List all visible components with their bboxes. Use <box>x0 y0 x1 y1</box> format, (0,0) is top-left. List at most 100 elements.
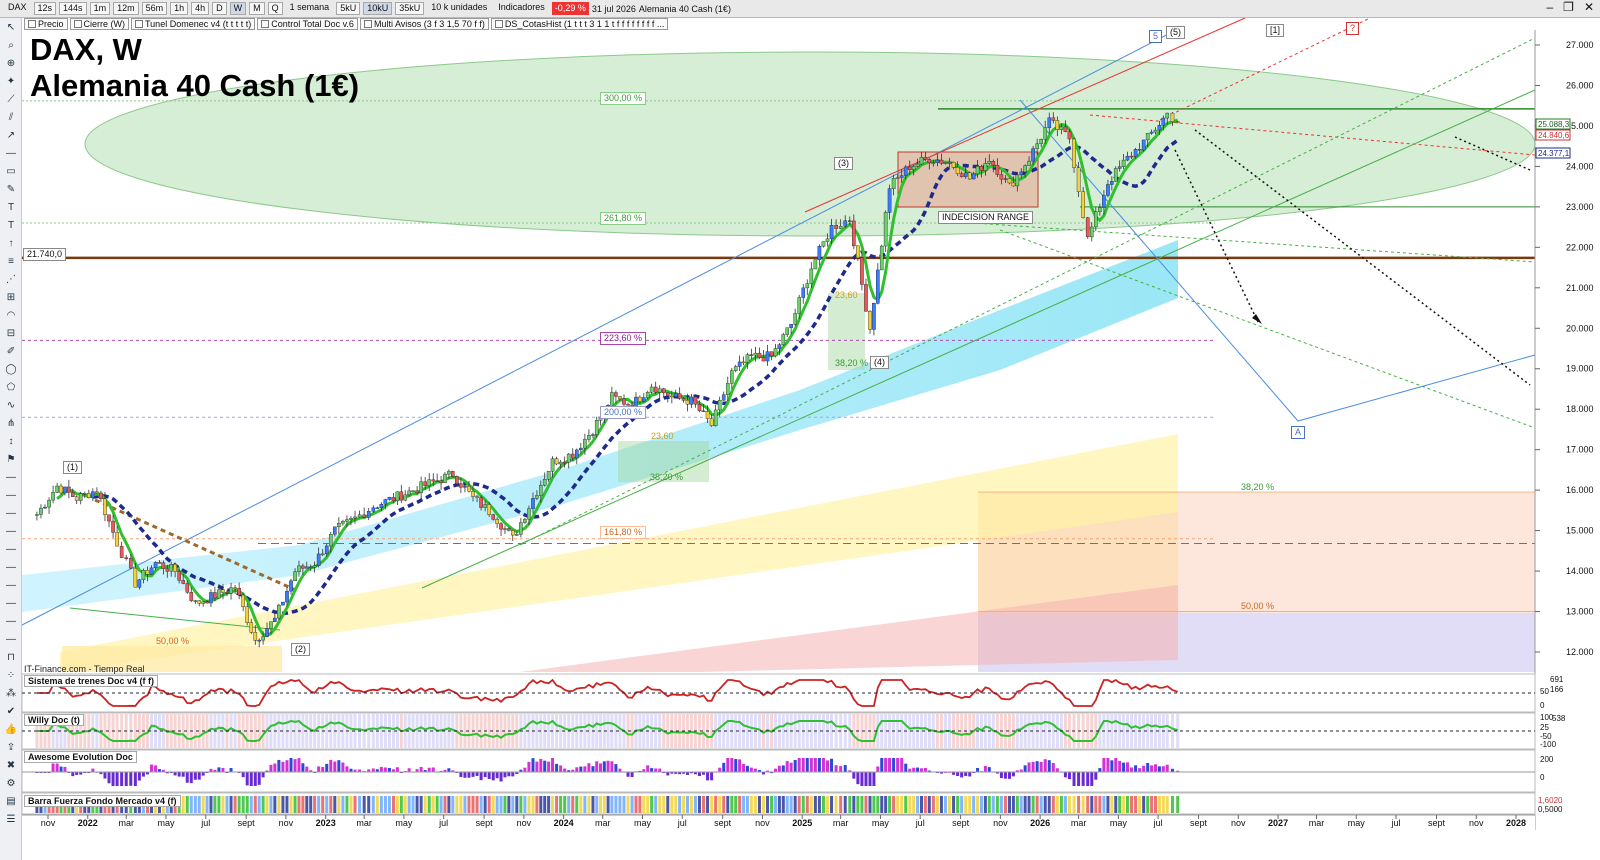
legend-item-avisos[interactable]: Multi Avisos (3 f 3 1,5 70 f f) <box>359 18 489 30</box>
grid-icon[interactable]: ⁂ <box>4 688 18 700</box>
awesome-bar <box>1011 772 1015 777</box>
close-icon[interactable]: ✕ <box>1584 0 1594 14</box>
barra-bar <box>718 796 722 813</box>
main-chart[interactable]: 12.000 13.000 14.000 15.000 16.000 17.000 18.0… <box>0 0 1600 860</box>
barra-bar <box>742 796 746 813</box>
period-select[interactable]: 1 semana <box>286 2 334 15</box>
check-icon[interactable]: ✔ <box>4 706 18 718</box>
barra-bar <box>519 796 523 813</box>
timeframe-12m[interactable]: 12m <box>113 2 139 15</box>
pencil-icon[interactable]: ✐ <box>4 346 18 358</box>
legend-item-tunel[interactable]: Tunel Domenec v4 (t t t t t) <box>131 18 256 30</box>
delete-icon[interactable]: ✖ <box>4 760 18 772</box>
hline-icon[interactable]: ― <box>4 148 18 160</box>
minimize-icon[interactable]: – <box>1546 0 1553 14</box>
wave-icon[interactable]: ∿ <box>4 400 18 412</box>
hline-3-icon[interactable]: ― <box>4 490 18 502</box>
hline-6-icon[interactable]: ― <box>4 544 18 556</box>
ellipse-icon[interactable]: ◯ <box>4 364 18 376</box>
pane-trenes-header[interactable]: Sistema de trenes Doc v4 (f f) <box>24 675 159 687</box>
timeframe-144s[interactable]: 144s <box>59 2 87 15</box>
rect-icon[interactable]: ▭ <box>4 166 18 178</box>
candle-body <box>821 241 826 247</box>
polygon-icon[interactable]: ⬠ <box>4 382 18 394</box>
hline-5-icon[interactable]: ― <box>4 526 18 538</box>
pitchfork-icon[interactable]: ⋔ <box>4 418 18 430</box>
magnet-icon[interactable]: ⊓ <box>4 652 18 664</box>
unit-5ku[interactable]: 5kU <box>336 2 361 15</box>
layers-icon[interactable]: ▤ <box>4 796 18 808</box>
pane-barra-header[interactable]: Barra Fuerza Fondo Mercado v4 (f) <box>24 795 181 807</box>
barra-bar <box>403 796 407 813</box>
legend-item-control[interactable]: Control Total Doc v.6 <box>257 18 358 30</box>
arrow-icon[interactable]: ↑ <box>4 238 18 250</box>
text-icon[interactable]: T <box>4 202 18 214</box>
legend-item-cotas[interactable]: DS_CotasHist (1 t t t 3 1 1 t f f f f f … <box>490 18 669 30</box>
awesome-bar <box>141 772 145 777</box>
candle-body <box>915 163 920 167</box>
timeframe-Q[interactable]: Q <box>267 2 283 15</box>
x-tick-label: 2022 <box>78 818 98 828</box>
cycle-icon[interactable]: ◠ <box>4 310 18 322</box>
units-select[interactable]: 10 k unidades <box>427 2 491 15</box>
measure-icon[interactable]: ↕ <box>4 436 18 448</box>
timeframe-W[interactable]: W <box>229 2 247 15</box>
gann-icon[interactable]: ⊞ <box>4 292 18 304</box>
symbol-select[interactable]: DAX <box>4 2 31 15</box>
barra-bar <box>789 796 793 813</box>
barra-scale-low: 0,5000 <box>1538 805 1563 814</box>
timeframe-4h[interactable]: 4h <box>191 2 210 15</box>
candle-body <box>499 523 503 530</box>
cursor-icon[interactable]: ↖ <box>4 22 18 34</box>
unit-10ku[interactable]: 10kU <box>363 2 393 15</box>
pen-icon[interactable]: ✎ <box>4 184 18 196</box>
dots-icon[interactable]: ⁘ <box>4 670 18 682</box>
export-icon[interactable]: ⇪ <box>4 742 18 754</box>
timeframe-D[interactable]: D <box>212 2 227 15</box>
ray-icon[interactable]: ↗ <box>4 130 18 142</box>
candle-body <box>1117 166 1122 169</box>
timeframe-1m[interactable]: 1m <box>89 2 111 15</box>
timeframe-12s[interactable]: 12s <box>33 2 57 15</box>
legend-item-cierre[interactable]: Cierre (W) <box>69 18 130 30</box>
barra-bar <box>535 796 539 813</box>
alert-icon[interactable]: ⚑ <box>4 454 18 466</box>
bulb-icon[interactable]: ✦ <box>4 76 18 88</box>
hline-4-icon[interactable]: ― <box>4 508 18 520</box>
restore-icon[interactable]: ❐ <box>1563 0 1574 14</box>
hline-8-icon[interactable]: ― <box>4 580 18 592</box>
zoom-icon[interactable]: ⌕ <box>4 40 18 52</box>
candle-body <box>705 411 710 419</box>
pane-awesome-header[interactable]: Awesome Evolution Doc <box>24 751 137 763</box>
barra-bar <box>571 796 575 813</box>
barra-bar <box>379 796 383 813</box>
ruler-icon[interactable]: ⊟ <box>4 328 18 340</box>
legend-item-precio[interactable]: Precio <box>24 18 68 30</box>
timeframe-1h[interactable]: 1h <box>170 2 189 15</box>
line-icon[interactable]: ⟋ <box>4 94 18 106</box>
channel-icon[interactable]: ⫽ <box>4 112 18 124</box>
trenes-scale-top: 691 <box>1550 675 1564 684</box>
pane-scales: 691 50 166 0 100 538 25 -50 -100 200 0 1… <box>1538 675 1566 814</box>
x-tick-label: may <box>157 818 175 828</box>
fib-icon[interactable]: ≡ <box>4 256 18 268</box>
hline-9-icon[interactable]: ― <box>4 598 18 610</box>
hline-10-icon[interactable]: ― <box>4 616 18 628</box>
unit-35ku[interactable]: 35kU <box>395 2 425 15</box>
wave-label-2: (2) <box>291 643 310 656</box>
hline-7-icon[interactable]: ― <box>4 562 18 574</box>
pane-willy-header[interactable]: Willy Doc (t) <box>24 714 84 726</box>
timeframe-56m[interactable]: 56m <box>141 2 168 15</box>
indicators-button[interactable]: Indicadores <box>494 2 549 15</box>
fib-fan-icon[interactable]: ⋰ <box>4 274 18 286</box>
list-icon[interactable]: ☰ <box>4 814 18 826</box>
awesome-bar <box>591 766 595 772</box>
hline-2-icon[interactable]: ― <box>4 472 18 484</box>
zoom-area-icon[interactable]: ⊕ <box>4 58 18 70</box>
text-box-icon[interactable]: T <box>4 220 18 232</box>
settings-icon[interactable]: ⚙ <box>4 778 18 790</box>
awesome-bar <box>1146 763 1150 772</box>
thumb-icon[interactable]: 👍 <box>4 724 18 736</box>
timeframe-M[interactable]: M <box>249 2 265 15</box>
hline-11-icon[interactable]: ― <box>4 634 18 646</box>
